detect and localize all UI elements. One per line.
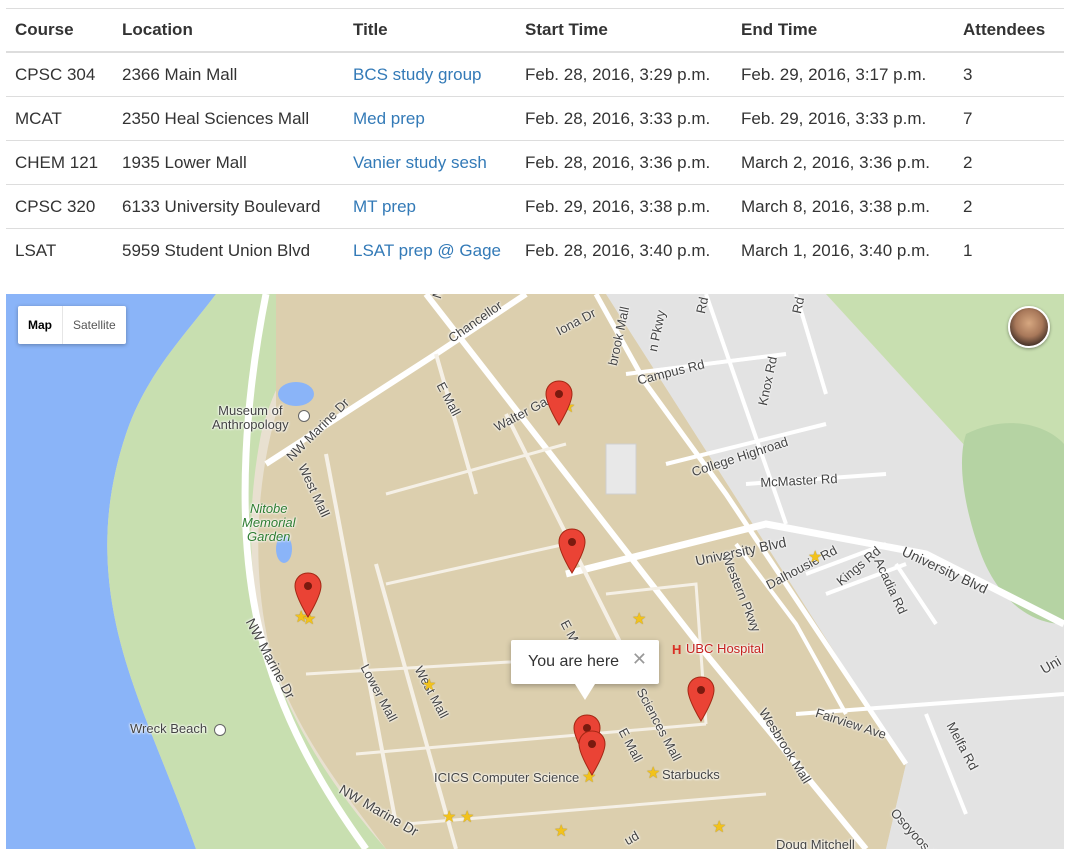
cell-course: CHEM 121 [6, 140, 113, 185]
cell-end-time: Feb. 29, 2016, 3:17 p.m. [732, 52, 954, 97]
cell-course: LSAT [15, 240, 57, 260]
header-title: Title [344, 8, 516, 53]
campus-map[interactable]: NW Chancellor Iona Dr brook Mall n Pkwy … [6, 294, 1064, 849]
cell-course: CPSC 304 [6, 52, 113, 97]
hospital-icon: H [672, 642, 682, 657]
star-icon: ★ [442, 809, 457, 826]
event-title-link[interactable]: BCS study group [353, 65, 482, 84]
cell-attendees: 2 [954, 140, 1064, 185]
cell-location: 2366 Main Mall [113, 52, 344, 97]
cell-end-time: Feb. 29, 2016, 3:33 p.m. [732, 96, 954, 141]
cell-attendees: 7 [954, 96, 1064, 141]
star-icon: ★ [460, 809, 475, 826]
cell-title: Med prep [344, 96, 516, 141]
event-marker[interactable] [294, 572, 322, 618]
event-title-link[interactable]: MT prep [353, 197, 416, 216]
cell-title: MT prep [344, 184, 516, 229]
header-location: Location [113, 8, 344, 53]
beach-icon [214, 724, 226, 736]
info-window: You are here ✕ [511, 640, 659, 700]
cell-start-time: Feb. 29, 2016, 3:38 p.m. [516, 184, 732, 229]
star-icon: ★ [646, 765, 661, 782]
cell-course: MCAT [6, 96, 113, 141]
cell-start-time: Feb. 28, 2016, 3:36 p.m. [516, 140, 732, 185]
cell-end-time: March 2, 2016, 3:36 p.m. [732, 140, 954, 185]
map-label-wreck-beach: Wreck Beach [130, 721, 208, 736]
event-marker[interactable] [687, 676, 715, 722]
map-label-ubc-hospital: UBC Hospital [686, 641, 765, 656]
cell-attendees: 3 [954, 52, 1064, 97]
cell-title: Vanier study sesh [344, 140, 516, 185]
cell-course: CPSC 320 [6, 184, 113, 229]
cell-location: 5959 Student Union Blvd [122, 240, 311, 260]
cell-location: 1935 Lower Mall [113, 140, 344, 185]
cell-title: BCS study group [344, 52, 516, 97]
map-type-control: Map Satellite [18, 306, 126, 344]
cell-location: 2350 Heal Sciences Mall [113, 96, 344, 141]
cell-location: 6133 University Boulevard [113, 184, 344, 229]
table-header-row: Course Location Title Start Time End Tim… [6, 8, 1064, 53]
map-type-satellite-button[interactable]: Satellite [63, 306, 126, 344]
header-start-time: Start Time [516, 8, 732, 53]
close-icon[interactable]: ✕ [632, 649, 647, 670]
current-location-marker[interactable] [578, 730, 606, 776]
cell-start-time: Feb. 28, 2016, 3:33 p.m. [516, 96, 732, 141]
star-icon: ★ [554, 823, 569, 840]
table-row: CPSC 304 2366 Main Mall BCS study group … [6, 52, 1064, 97]
map-label-icics: ICICS Computer Science [434, 770, 580, 785]
cell-end-time: March 1, 2016, 3:40 p.m. [741, 240, 930, 260]
event-title-link[interactable]: LSAT prep @ Gage [353, 241, 501, 260]
info-window-text: You are here [528, 653, 620, 670]
map-type-map-button[interactable]: Map [18, 306, 63, 344]
table-row: LSAT 5959 Student Union Blvd LSAT prep @… [6, 229, 1064, 273]
header-end-time: End Time [732, 8, 954, 53]
table-row: CPSC 320 6133 University Boulevard MT pr… [6, 184, 1064, 229]
map-label-nitobe: Nitobe Memorial Garden [242, 501, 296, 544]
cell-attendees: 2 [954, 184, 1064, 229]
table-row: MCAT 2350 Heal Sciences Mall Med prep Fe… [6, 96, 1064, 141]
header-attendees: Attendees [954, 8, 1064, 53]
event-marker[interactable] [545, 380, 573, 426]
event-title-link[interactable]: Med prep [353, 109, 425, 128]
cell-end-time: March 8, 2016, 3:38 p.m. [732, 184, 954, 229]
event-title-link[interactable]: Vanier study sesh [353, 153, 487, 172]
cell-start-time: Feb. 28, 2016, 3:40 p.m. [525, 240, 711, 260]
events-table: Course Location Title Start Time End Tim… [6, 8, 1064, 272]
star-icon: ★ [422, 677, 437, 694]
avatar[interactable] [1008, 306, 1050, 348]
star-icon: ★ [632, 611, 647, 628]
cell-start-time: Feb. 28, 2016, 3:29 p.m. [516, 52, 732, 97]
table-row: CHEM 121 1935 Lower Mall Vanier study se… [6, 140, 1064, 185]
map-label-doug-mitchell: Doug Mitchell [776, 837, 855, 849]
star-icon: ★ [712, 819, 727, 836]
cell-title: LSAT prep @ Gage [344, 229, 516, 273]
map-base-layer [6, 294, 1064, 849]
map-label-starbucks: Starbucks [662, 767, 720, 782]
event-marker[interactable] [558, 528, 586, 574]
cell-attendees: 1 [963, 240, 973, 260]
museum-icon [298, 410, 310, 422]
header-course: Course [6, 8, 113, 53]
star-icon: ★ [808, 549, 823, 566]
map-label-museum: Museum of Anthropology [212, 403, 289, 432]
